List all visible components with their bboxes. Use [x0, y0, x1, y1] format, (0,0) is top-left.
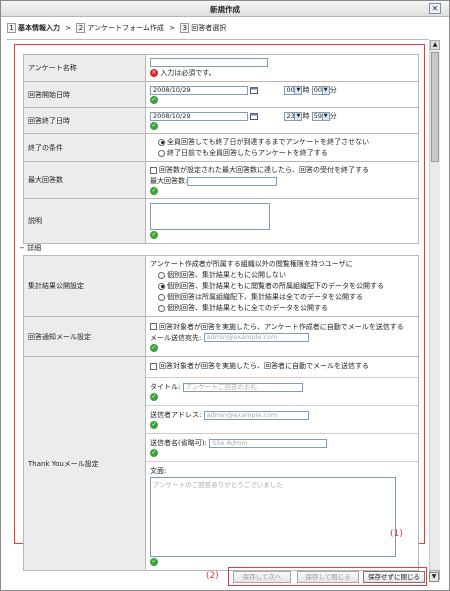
calendar-icon[interactable] [250, 86, 258, 94]
step-respondent-select: 3 回答者選択 [180, 23, 226, 33]
end-date-input[interactable]: 2008/10/29 [150, 111, 248, 121]
step-number: 2 [76, 23, 86, 33]
description-label: 説明 [23, 198, 146, 244]
scroll-up-arrow[interactable]: ▲ [430, 40, 440, 50]
window-title: 新規作成 [210, 5, 240, 14]
publish-intro: アンケート作成者が所属する組織以外の閲覧権限を持つユーザに [150, 260, 353, 268]
detail-table: 集計結果公開設定 アンケート作成者が所属する組織以外の閲覧権限を持つユーザに 個… [23, 255, 419, 571]
radio-label: 個別回答、集計結果ともに閲覧者の所属組織配下のデータを公開する [167, 282, 384, 290]
check-icon: ✓ [150, 343, 158, 352]
radio-label: 全員回答しても終了日が到達するまでアンケートを終了させない [167, 138, 370, 146]
radio-label: 個別回答は所属組織配下、集計結果は全てのデータを公開する [167, 293, 363, 301]
name-error-text: 入力は必須です。 [160, 69, 216, 77]
minute-unit: 分 [329, 112, 337, 120]
checkbox-label: 回答対象者が回答を実施したら、回答者に自動でメールを送信する [159, 362, 369, 370]
end-condition-radio-1[interactable] [158, 138, 165, 146]
check-icon: ✓ [150, 122, 158, 130]
start-minute-select[interactable]: 00 ▼ [311, 85, 330, 95]
start-date-input[interactable]: 2008/10/29 [150, 85, 248, 95]
body-textarea[interactable]: アンケートのご回答ありがとうございました [150, 477, 396, 557]
notify-dest-input[interactable]: admin@example.com [203, 333, 309, 342]
notify-dest-label: メール送信宛先: [150, 333, 202, 342]
end-label: 回答終了日時 [23, 107, 146, 134]
dialog-window: 新規作成 ✕ 1 基本情報入力 > 2 アンケートフォーム作成 > 3 回答者選択 ア… [0, 0, 450, 591]
detail-section-header[interactable]: − 詳細 [19, 243, 41, 253]
body-label: 文面: [150, 467, 167, 475]
step-basic-info: 1 基本情報入力 [7, 23, 60, 33]
radio-label: 終了日前でも全員回答したらアンケートを終了する [167, 149, 328, 157]
step-number: 3 [180, 23, 190, 33]
publish-radio-1[interactable] [158, 271, 165, 279]
step-label: 基本情報入力 [18, 24, 60, 32]
wizard-steps: 1 基本情報入力 > 2 アンケートフォーム作成 > 3 回答者選択 [7, 23, 226, 37]
checkbox-label: 回答数が設定された最大回答数に達したら、回答の受付を終了する [159, 166, 369, 174]
thanks-checkbox[interactable] [150, 362, 157, 370]
error-icon: ✕ [150, 69, 158, 77]
basic-info-table: アンケート名称 ✕ 入力は必須です。 回答開始日時 2008/10/29 00 ▼… [23, 54, 419, 244]
collapse-icon[interactable]: − [19, 244, 25, 252]
step-separator: > [169, 24, 175, 32]
close-button[interactable]: ✕ [429, 3, 441, 14]
end-condition-label: 終了の条件 [23, 133, 146, 162]
thanks-title-input[interactable]: アンケートご回答のお礼 [182, 382, 303, 392]
checkbox-label: 回答対象者が回答を実施したら、アンケート作成者に自動でメールを送信する [159, 322, 404, 331]
max-field-label: 最大回答数: [150, 177, 188, 185]
radio-label: 個別回答、集計結果ともに全てのデータを公開する [167, 304, 328, 312]
minute-unit: 分 [329, 86, 337, 94]
publish-label: 集計結果公開設定 [23, 255, 146, 317]
check-icon: ✓ [150, 230, 158, 239]
start-hour-select[interactable]: 00 ▼ [284, 85, 303, 95]
name-input[interactable] [150, 58, 268, 67]
end-hour-select[interactable]: 23 ▼ [284, 111, 303, 121]
end-condition-radio-2[interactable] [158, 149, 165, 157]
calendar-icon[interactable] [250, 112, 258, 120]
divider [7, 39, 429, 40]
check-icon: ✓ [150, 187, 158, 195]
publish-radio-4[interactable] [158, 304, 165, 312]
detail-section-label: 詳細 [27, 244, 42, 252]
save-next-button[interactable]: 保存して次へ [233, 571, 291, 583]
annotation-label-1: (1) [390, 529, 403, 539]
check-icon: ✓ [150, 421, 158, 429]
sender-name-label: 送信者名(省略可): [150, 439, 207, 447]
publish-radio-3[interactable] [158, 293, 165, 301]
annotation-label-2: (2) [206, 571, 219, 581]
sender-address-label: 送信者アドレス: [150, 411, 202, 419]
step-label: アンケートフォーム作成 [87, 24, 164, 32]
notify-label: 回答通知メール設定 [23, 316, 146, 357]
step-label: 回答者選択 [191, 24, 227, 32]
scroll-thumb[interactable] [431, 52, 439, 162]
scrollbar[interactable]: ▲ ▼ [429, 40, 440, 580]
save-close-button[interactable]: 保存して閉じる [297, 571, 359, 583]
radio-label: 個別回答、集計結果ともに公開しない [167, 271, 286, 279]
end-minute-select[interactable]: 59 ▼ [311, 111, 330, 121]
max-label: 最大回答数 [23, 161, 146, 199]
step-number: 1 [7, 23, 16, 33]
sender-name-input[interactable]: Site Admin [209, 438, 328, 448]
max-count-input[interactable] [187, 176, 278, 186]
publish-radio-2[interactable] [158, 282, 165, 290]
hour-unit: 時 [302, 112, 310, 120]
check-icon: ✓ [150, 449, 158, 457]
notify-checkbox[interactable] [150, 323, 157, 330]
title-bar: 新規作成 ✕ [1, 1, 449, 17]
step-form-create: 2 アンケートフォーム作成 [76, 23, 164, 33]
check-icon: ✓ [150, 96, 158, 104]
thanks-title-label: タイトル: [150, 383, 181, 391]
max-checkbox[interactable] [150, 166, 157, 174]
check-icon: ✓ [150, 558, 158, 566]
name-label: アンケート名称 [23, 54, 146, 82]
start-label: 回答開始日時 [23, 81, 146, 108]
check-icon: ✓ [150, 393, 158, 401]
close-without-save-button[interactable]: 保存せずに閉じる [363, 571, 425, 583]
dropdown-arrow-icon[interactable]: ▼ [429, 572, 439, 582]
thanks-label: Thank Youメール設定 [23, 356, 146, 571]
sender-address-input[interactable]: admin@example.com [203, 410, 309, 420]
description-textarea[interactable] [150, 202, 270, 230]
step-separator: > [65, 24, 72, 32]
hour-unit: 時 [302, 86, 310, 94]
